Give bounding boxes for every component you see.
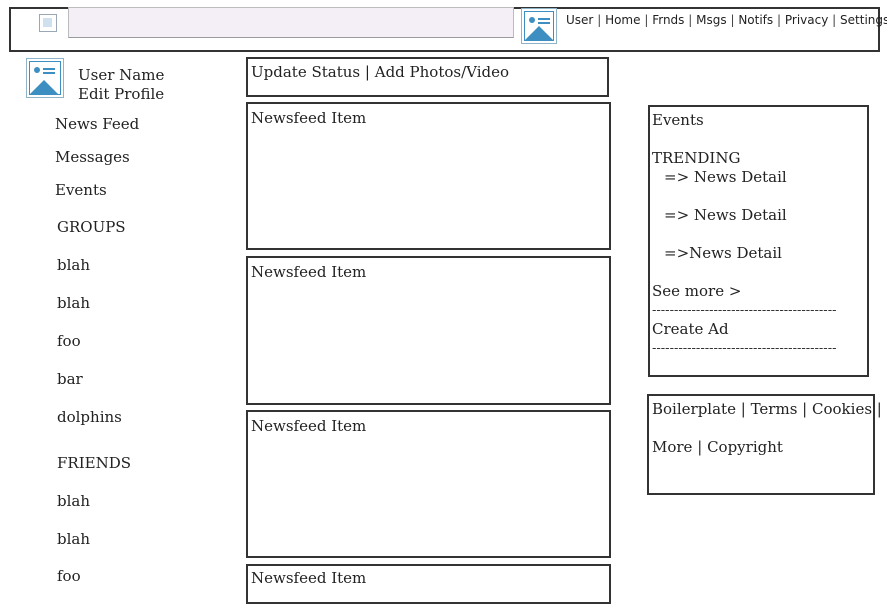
footer-links-row-2: More | Copyright (652, 438, 783, 456)
sidebar-item-news-feed[interactable]: News Feed (55, 115, 139, 133)
newsfeed-item[interactable]: Newsfeed Item (246, 102, 611, 250)
events-link[interactable]: Events (652, 111, 704, 129)
cookies-link[interactable]: Cookies (812, 400, 872, 418)
newsfeed-item-label: Newsfeed Item (251, 263, 367, 281)
nav-settings-link[interactable]: Settings (840, 13, 887, 27)
edit-profile-link[interactable]: Edit Profile (78, 85, 164, 103)
trending-news-detail[interactable]: => News Detail (664, 206, 787, 224)
copyright-link[interactable]: Copyright (707, 438, 783, 456)
group-item[interactable]: bar (57, 370, 83, 388)
footer-links-row-1: Boilerplate | Terms | Cookies | (652, 400, 882, 418)
group-item[interactable]: blah (57, 256, 90, 274)
header-avatar-image-icon[interactable] (521, 8, 557, 44)
footer-separator: | (697, 438, 703, 456)
nav-separator: | (597, 13, 602, 27)
divider: ----------------------------------------… (652, 303, 837, 318)
nav-user-link[interactable]: User (566, 13, 593, 27)
see-more-link[interactable]: See more > (652, 282, 741, 300)
status-composer: Update Status | Add Photos/Video (246, 57, 609, 97)
group-item[interactable]: foo (57, 332, 81, 350)
group-item[interactable]: blah (57, 294, 90, 312)
trending-news-detail[interactable]: =>News Detail (664, 244, 782, 262)
trending-news-detail[interactable]: => News Detail (664, 168, 787, 186)
nav-separator: | (832, 13, 837, 27)
newsfeed-item-label: Newsfeed Item (251, 417, 367, 435)
nav-separator: | (730, 13, 735, 27)
friend-item[interactable]: blah (57, 492, 90, 510)
nav-privacy-link[interactable]: Privacy (785, 13, 828, 27)
nav-messages-link[interactable]: Msgs (696, 13, 726, 27)
search-input[interactable] (68, 7, 514, 38)
group-item[interactable]: dolphins (57, 408, 122, 426)
friend-item[interactable]: foo (57, 567, 81, 585)
logo-broken-image-icon[interactable] (39, 14, 57, 32)
composer-actions: Update Status | Add Photos/Video (251, 63, 509, 81)
nav-separator: | (688, 13, 693, 27)
nav-friends-link[interactable]: Frnds (652, 13, 684, 27)
more-link[interactable]: More (652, 438, 692, 456)
sidebar-item-messages[interactable]: Messages (55, 148, 130, 166)
profile-user-name[interactable]: User Name (78, 66, 164, 84)
newsfeed-item[interactable]: Newsfeed Item (246, 564, 611, 604)
top-nav: User | Home | Frnds | Msgs | Notifs | Pr… (566, 13, 887, 27)
nav-home-link[interactable]: Home (605, 13, 640, 27)
divider: ----------------------------------------… (652, 341, 837, 356)
newsfeed-item[interactable]: Newsfeed Item (246, 256, 611, 405)
profile-avatar-image-icon[interactable] (26, 58, 64, 98)
trending-heading: TRENDING (652, 149, 741, 167)
boilerplate-link[interactable]: Boilerplate (652, 400, 736, 418)
groups-heading: GROUPS (57, 218, 126, 236)
footer-separator: | (740, 400, 746, 418)
friend-item[interactable]: blah (57, 530, 90, 548)
footer-links-panel: Boilerplate | Terms | Cookies | More | C… (647, 394, 882, 495)
footer-separator: | (802, 400, 808, 418)
events-trending-panel: Events TRENDING => News Detail => News D… (648, 105, 869, 377)
sidebar-item-events[interactable]: Events (55, 181, 107, 199)
friends-heading: FRIENDS (57, 454, 132, 472)
add-photos-video-button[interactable]: Add Photos/Video (375, 63, 509, 81)
footer-separator: | (876, 400, 882, 418)
create-ad-link[interactable]: Create Ad (652, 320, 729, 338)
composer-separator: | (364, 63, 370, 81)
nav-separator: | (644, 13, 649, 27)
update-status-button[interactable]: Update Status (251, 63, 360, 81)
terms-link[interactable]: Terms (751, 400, 798, 418)
newsfeed-item[interactable]: Newsfeed Item (246, 410, 611, 558)
newsfeed-item-label: Newsfeed Item (251, 569, 367, 587)
nav-notifications-link[interactable]: Notifs (738, 13, 773, 27)
nav-separator: | (777, 13, 782, 27)
newsfeed-item-label: Newsfeed Item (251, 109, 367, 127)
